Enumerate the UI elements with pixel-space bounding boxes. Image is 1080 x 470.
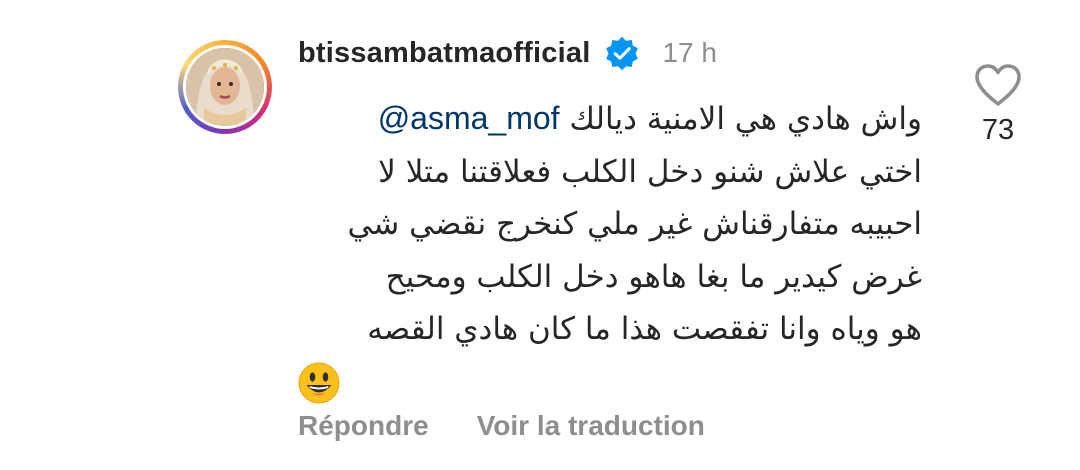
reply-button[interactable]: Répondre bbox=[298, 410, 429, 442]
username-link[interactable]: btissambatmaofficial bbox=[298, 37, 590, 70]
avatar-photo bbox=[186, 48, 264, 126]
grinning-face-emoji-icon bbox=[298, 362, 340, 404]
comment-body: واش هادي هي الامنية ديالك @asma_mof اختي… bbox=[290, 92, 922, 408]
comment-header: btissambatmaofficial 17 h bbox=[298, 30, 717, 76]
comment-line bbox=[290, 356, 922, 408]
avatar[interactable] bbox=[178, 40, 272, 134]
comment-line: هو وياه وانا تفقصت هذا ما كان هادي القصه bbox=[367, 311, 922, 347]
comment-line: غرض كيدير ما بغا هاهو دخل الكلب ومحيح bbox=[385, 258, 922, 295]
see-translation-button[interactable]: Voir la traduction bbox=[477, 410, 705, 442]
comment-line: واش هادي هي الامنية ديالك @asma_mof bbox=[290, 92, 922, 146]
mention-link[interactable]: @asma_mof bbox=[378, 100, 560, 136]
comment-actions: Répondre Voir la traduction bbox=[298, 410, 705, 442]
like-count: 73 bbox=[981, 114, 1015, 146]
comment-line: احبيبه متفارقناش غير ملي كنخرج نقضي شي bbox=[347, 206, 922, 242]
comment-timestamp: 17 h bbox=[662, 37, 717, 68]
like-heart-icon[interactable] bbox=[973, 62, 1023, 108]
verified-badge-icon bbox=[604, 35, 640, 71]
comment-text: واش هادي هي الامنية ديالك bbox=[569, 101, 922, 137]
comment-line: اختي علاش شنو دخل الكلب فعلاقتنا متلا لا bbox=[378, 153, 922, 190]
